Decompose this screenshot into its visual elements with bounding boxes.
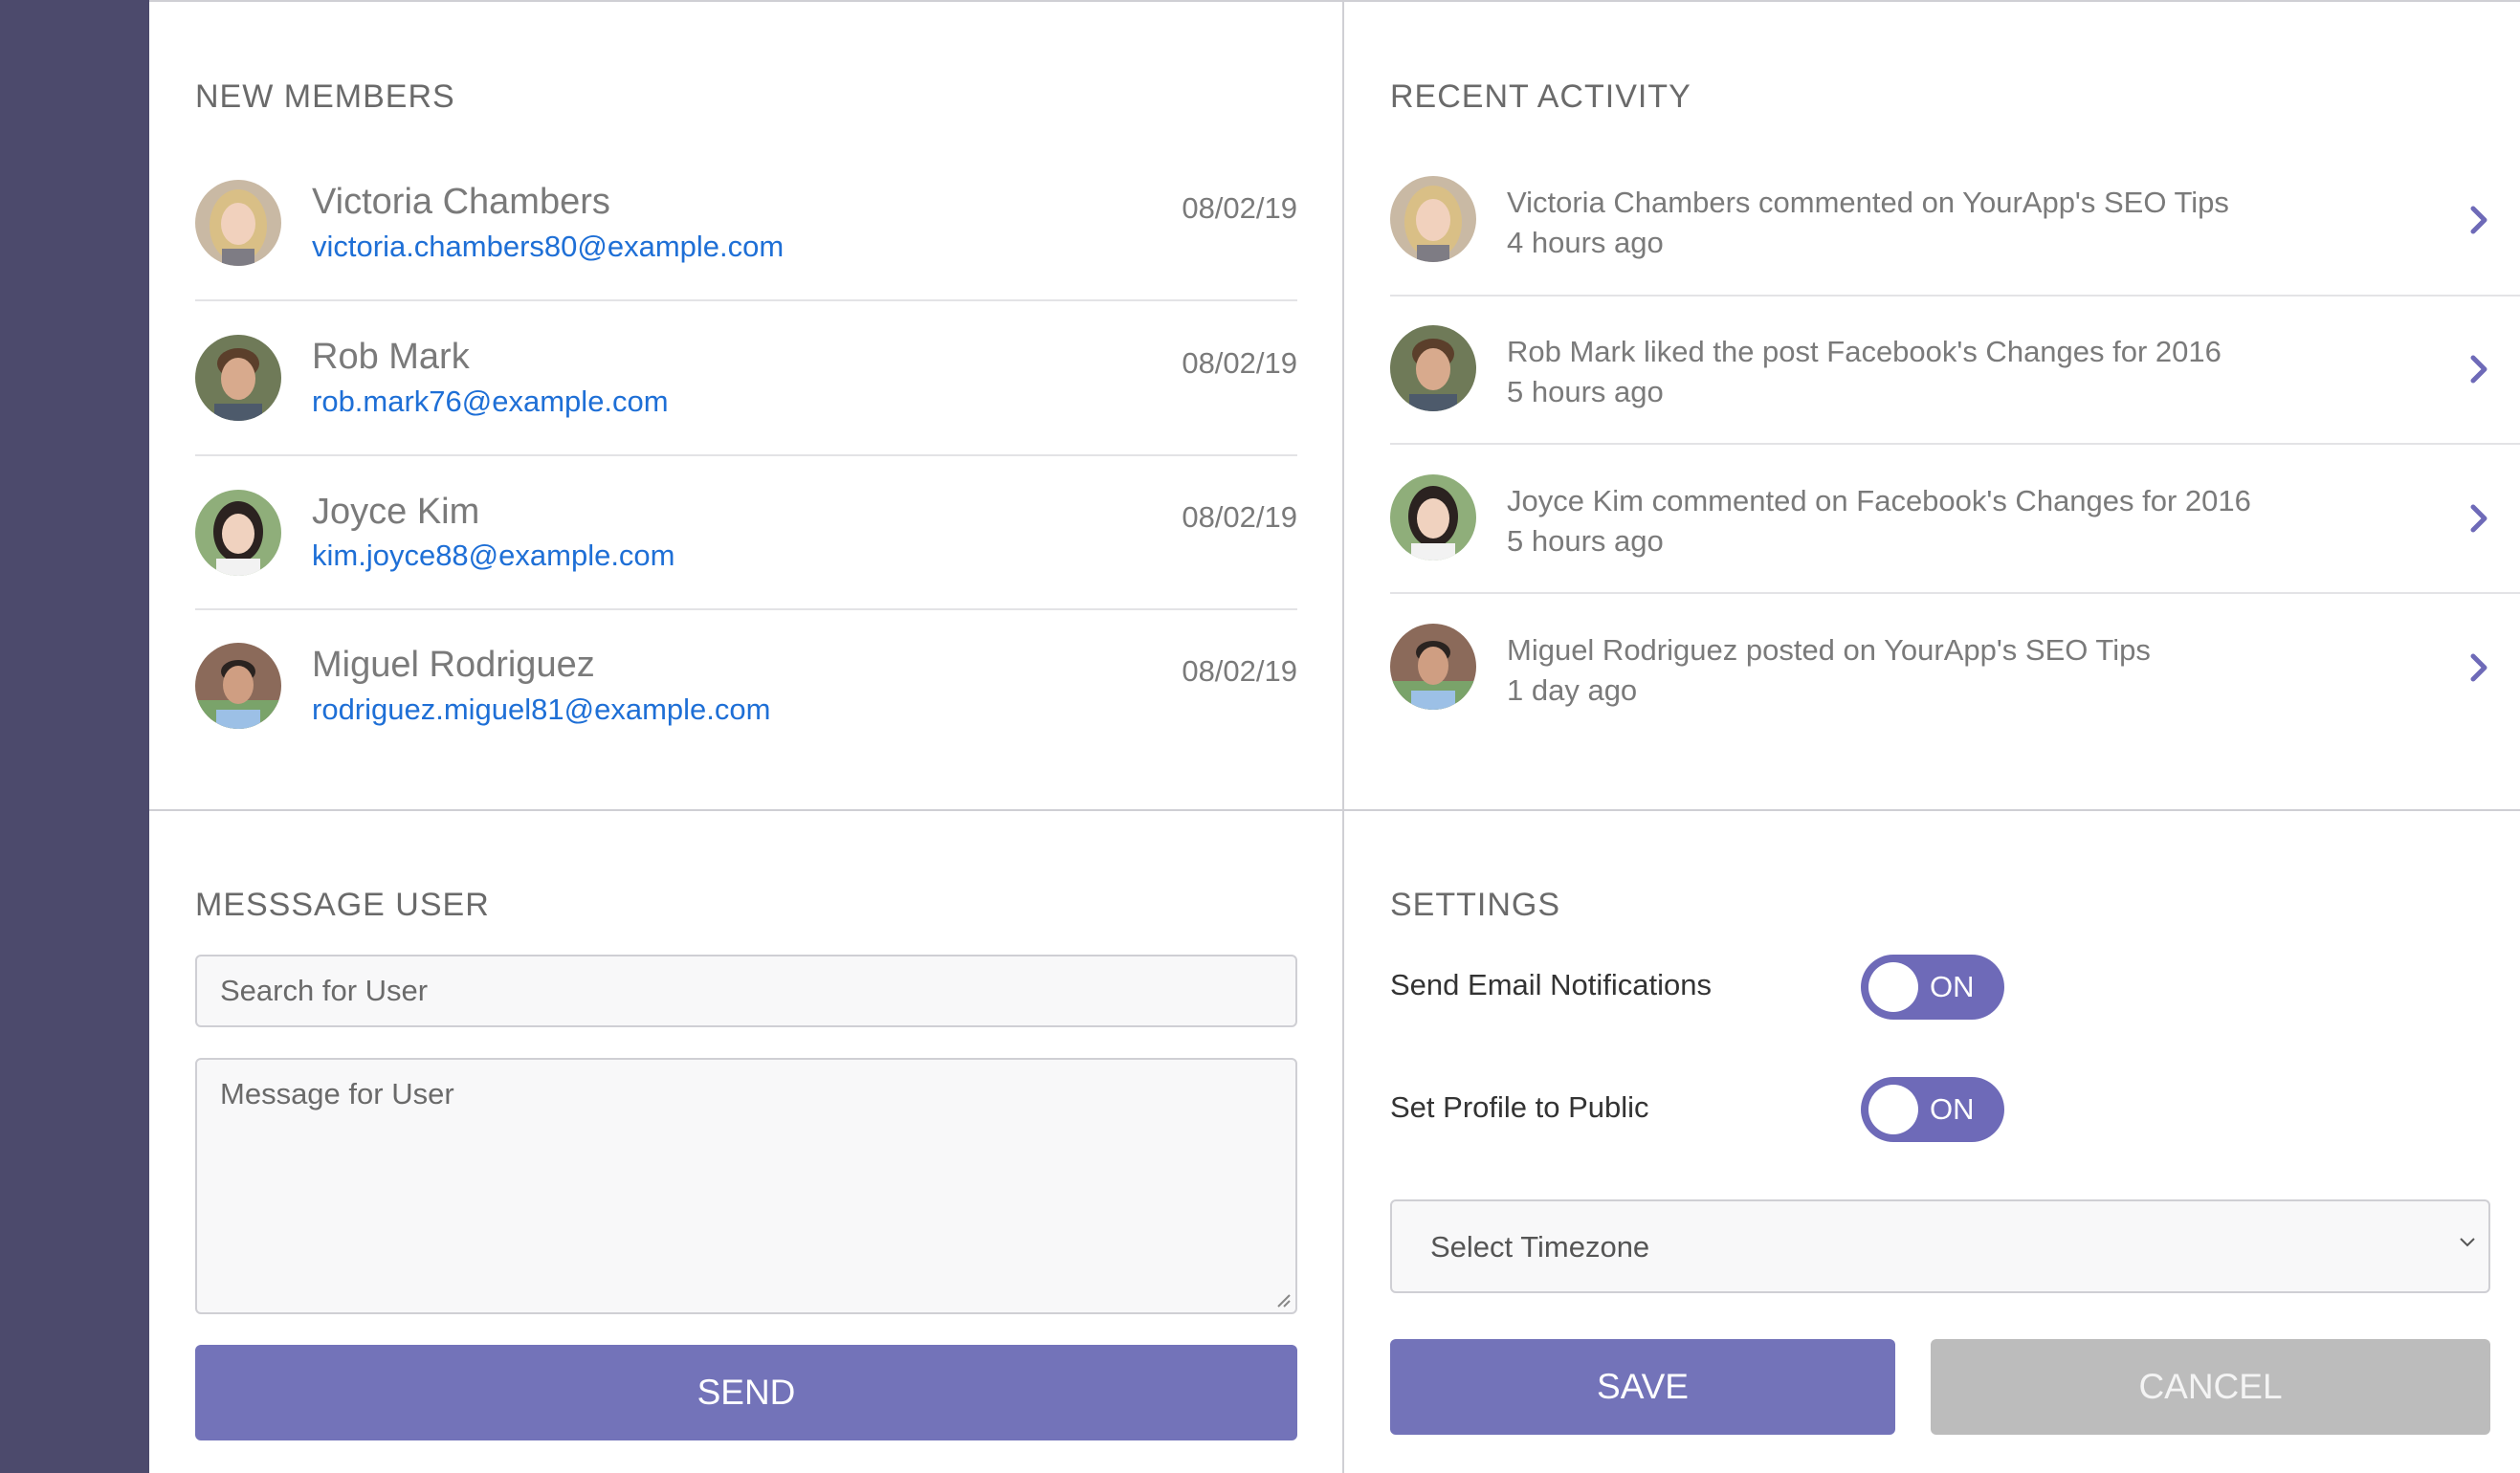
- timezone-select[interactable]: Select Timezone: [1390, 1199, 2490, 1293]
- public-profile-label: Set Profile to Public: [1390, 1090, 1649, 1124]
- cancel-button[interactable]: CANCEL: [1931, 1339, 2490, 1435]
- member-name: Joyce Kim: [312, 492, 480, 532]
- new-members-title: NEW MEMBERS: [195, 78, 455, 115]
- search-user-input[interactable]: Search for User: [195, 955, 1297, 1027]
- activity-avatar-joyce: [1390, 474, 1476, 561]
- toggle-state-label: ON: [1930, 1092, 1975, 1126]
- timezone-select-value: Select Timezone: [1430, 1230, 1650, 1264]
- send-button[interactable]: SEND: [195, 1345, 1297, 1440]
- message-textarea[interactable]: Message for User: [195, 1058, 1297, 1314]
- save-button[interactable]: SAVE: [1390, 1339, 1895, 1435]
- sidebar: [0, 0, 149, 1473]
- toggle-state-label: ON: [1930, 970, 1975, 1003]
- resize-handle-icon[interactable]: [1274, 1291, 1292, 1308]
- chevron-right-icon[interactable]: [2465, 649, 2493, 687]
- list-separator: [195, 299, 1297, 301]
- chevron-right-icon[interactable]: [2465, 201, 2493, 239]
- activity-text: Miguel Rodriguez posted on YourApp's SEO…: [1507, 633, 2151, 667]
- member-avatar-miguel: [195, 643, 281, 729]
- member-join-date: 08/02/19: [1182, 191, 1297, 225]
- dashboard-main: NEW MEMBERS Victoria Chambers victoria.c…: [149, 0, 2520, 1473]
- email-notifications-toggle[interactable]: ON: [1861, 955, 2004, 1020]
- member-email-link[interactable]: kim.joyce88@example.com: [312, 539, 675, 573]
- public-profile-toggle[interactable]: ON: [1861, 1077, 2004, 1142]
- search-user-placeholder: Search for User: [220, 974, 429, 1007]
- activity-avatar-rob: [1390, 325, 1476, 411]
- activity-time: 4 hours ago: [1507, 226, 1664, 259]
- activity-time: 1 day ago: [1507, 673, 1638, 707]
- activity-avatar-victoria: [1390, 176, 1476, 262]
- member-email-link[interactable]: rodriguez.miguel81@example.com: [312, 693, 770, 727]
- toggle-knob: [1868, 1085, 1918, 1134]
- activity-text: Joyce Kim commented on Facebook's Change…: [1507, 484, 2251, 517]
- list-separator: [1390, 592, 2520, 594]
- chevron-down-icon: [2460, 1238, 2475, 1247]
- member-email-link[interactable]: rob.mark76@example.com: [312, 385, 669, 419]
- activity-time: 5 hours ago: [1507, 524, 1664, 558]
- list-separator: [1390, 295, 2520, 297]
- activity-text: Victoria Chambers commented on YourApp's…: [1507, 186, 2229, 219]
- recent-activity-title: RECENT ACTIVITY: [1390, 78, 1691, 115]
- settings-title: SETTINGS: [1390, 887, 1561, 923]
- list-separator: [1390, 443, 2520, 445]
- chevron-right-icon[interactable]: [2465, 499, 2493, 538]
- top-border: [149, 0, 2520, 2]
- list-separator: [195, 454, 1297, 456]
- message-placeholder: Message for User: [220, 1077, 454, 1110]
- member-name: Rob Mark: [312, 337, 470, 377]
- message-user-title: MESSSAGE USER: [195, 887, 490, 923]
- email-notifications-label: Send Email Notifications: [1390, 968, 1712, 1001]
- activity-avatar-miguel: [1390, 624, 1476, 710]
- member-avatar-victoria: [195, 180, 281, 266]
- member-name: Miguel Rodriguez: [312, 645, 595, 685]
- member-avatar-rob: [195, 335, 281, 421]
- member-avatar-joyce: [195, 490, 281, 576]
- activity-text: Rob Mark liked the post Facebook's Chang…: [1507, 335, 2222, 368]
- column-divider: [1342, 0, 1344, 1473]
- member-join-date: 08/02/19: [1182, 654, 1297, 688]
- member-name: Victoria Chambers: [312, 182, 610, 222]
- member-join-date: 08/02/19: [1182, 500, 1297, 534]
- chevron-right-icon[interactable]: [2465, 350, 2493, 388]
- toggle-knob: [1868, 962, 1918, 1012]
- list-separator: [195, 608, 1297, 610]
- member-email-link[interactable]: victoria.chambers80@example.com: [312, 230, 784, 264]
- activity-time: 5 hours ago: [1507, 375, 1664, 408]
- member-join-date: 08/02/19: [1182, 346, 1297, 380]
- row-divider: [149, 809, 2520, 811]
